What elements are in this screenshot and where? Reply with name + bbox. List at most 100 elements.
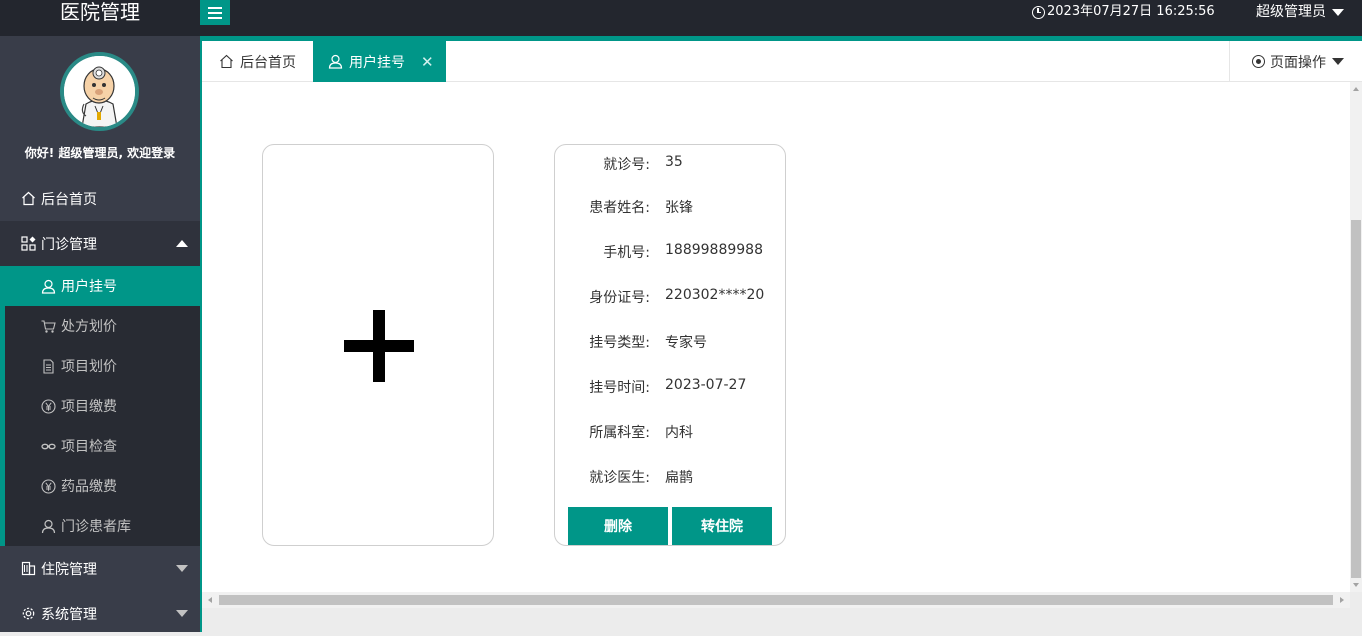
home-icon — [218, 54, 234, 70]
tab-registration[interactable]: 用户挂号 ✕ — [313, 41, 446, 82]
scroll-left-arrow-icon[interactable] — [208, 597, 212, 603]
field-doctor: 就诊医生: 扁鹊 — [555, 467, 787, 487]
user-menu[interactable]: 超级管理员 — [1256, 0, 1344, 24]
tab-label: 后台首页 — [240, 54, 296, 71]
sidebar-subitem-label: 门诊患者库 — [61, 519, 131, 535]
yen-icon — [40, 478, 56, 494]
sidebar-item-label: 后台首页 — [41, 191, 97, 208]
chevron-down-icon — [176, 610, 188, 617]
sidebar-subitem-label: 用户挂号 — [61, 279, 117, 295]
sidebar-subitem-item-pricing[interactable]: 项目划价 — [5, 346, 200, 386]
user-menu-label: 超级管理员 — [1256, 4, 1326, 20]
home-icon — [20, 191, 36, 207]
app-title: 医院管理 — [60, 0, 140, 24]
add-registration-card[interactable] — [262, 144, 494, 546]
avatar — [60, 52, 139, 131]
sidebar-subitem-patient-library[interactable]: 门诊患者库 — [5, 506, 200, 546]
sidebar-subitem-item-payment[interactable]: 项目缴费 — [5, 386, 200, 426]
caret-down-icon — [1332, 8, 1344, 16]
doctor-avatar-icon — [64, 56, 135, 127]
vertical-scrollbar[interactable] — [1350, 82, 1362, 592]
field-patient-name: 患者姓名: 张锋 — [555, 197, 787, 217]
scroll-right-arrow-icon[interactable] — [1340, 597, 1344, 603]
page-operations-dropdown[interactable]: 页面操作 — [1229, 41, 1362, 82]
field-registration-type: 挂号类型: 专家号 — [555, 332, 787, 352]
page-operations-label: 页面操作 — [1270, 54, 1326, 71]
sidebar-subitem-registration[interactable]: 用户挂号 — [5, 266, 200, 306]
sidebar-subitem-label: 处方划价 — [61, 319, 117, 335]
caret-down-icon — [1332, 58, 1344, 65]
scroll-down-arrow-icon[interactable] — [1353, 583, 1359, 587]
field-label: 手机号: — [603, 245, 650, 261]
datetime-text: 2023年07月27日 16:25:56 — [1047, 4, 1215, 19]
field-value: 220302****20 — [665, 287, 765, 303]
user-icon — [40, 518, 56, 534]
sidebar-subitem-drug-payment[interactable]: 药品缴费 — [5, 466, 200, 506]
tab-label: 用户挂号 — [349, 54, 405, 71]
user-icon — [40, 278, 56, 294]
scroll-up-arrow-icon[interactable] — [1353, 87, 1359, 91]
field-registration-time: 挂号时间: 2023-07-27 — [555, 377, 787, 397]
sidebar-subitem-label: 药品缴费 — [61, 479, 117, 495]
field-label: 患者姓名: — [589, 200, 650, 216]
building-icon — [20, 561, 36, 577]
outpatient-submenu: 用户挂号 处方划价 项目划价 项目缴费 项目检查 药品缴费 门诊患者库 — [0, 266, 200, 546]
chevron-down-icon — [176, 565, 188, 572]
document-icon — [40, 358, 56, 374]
user-icon — [327, 54, 343, 70]
sidebar-item-system[interactable]: 系统管理 — [0, 591, 200, 636]
registration-record-card: 就诊号: 35 患者姓名: 张锋 手机号: 18899889988 身份证号: … — [554, 144, 786, 546]
sidebar-item-label: 系统管理 — [41, 606, 97, 623]
field-value: 内科 — [665, 425, 693, 441]
footer-strip — [202, 608, 1362, 632]
gear-icon — [20, 606, 36, 622]
link-icon — [40, 438, 56, 454]
field-department: 所属科室: 内科 — [555, 422, 787, 442]
field-label: 就诊号: — [603, 157, 650, 173]
clock-icon — [1032, 5, 1045, 19]
menu-toggle-button[interactable] — [200, 0, 230, 25]
plus-icon-vertical — [373, 310, 385, 382]
field-value: 2023-07-27 — [665, 377, 747, 393]
horizontal-scroll-thumb[interactable] — [219, 595, 1333, 605]
cart-icon — [40, 318, 56, 334]
field-value: 18899889988 — [665, 242, 763, 258]
apps-icon — [20, 236, 36, 252]
field-label: 就诊医生: — [589, 470, 650, 486]
sidebar-item-label: 门诊管理 — [41, 236, 97, 253]
sidebar: 你好! 超级管理员, 欢迎登录 后台首页 门诊管理 用户挂号 处方划价 项目划价… — [0, 36, 200, 632]
sidebar-item-inpatient[interactable]: 住院管理 — [0, 546, 200, 591]
yen-icon — [40, 398, 56, 414]
delete-button[interactable]: 删除 — [568, 507, 668, 545]
field-visit-number: 就诊号: 35 — [555, 154, 787, 174]
field-label: 所属科室: — [589, 425, 650, 441]
transfer-to-inpatient-button[interactable]: 转住院 — [672, 507, 772, 545]
sidebar-item-label: 住院管理 — [41, 561, 97, 578]
close-icon[interactable]: ✕ — [421, 53, 434, 71]
sidebar-subitem-prescription-pricing[interactable]: 处方划价 — [5, 306, 200, 346]
field-value: 扁鹊 — [665, 470, 693, 486]
field-label: 身份证号: — [589, 290, 650, 306]
sidebar-subitem-label: 项目划价 — [61, 359, 117, 375]
sidebar-subitem-label: 项目检查 — [61, 439, 117, 455]
greeting-text: 你好! 超级管理员, 欢迎登录 — [24, 146, 176, 160]
tab-bar: 后台首页 用户挂号 ✕ 页面操作 — [202, 41, 1362, 82]
target-icon — [1252, 55, 1265, 68]
datetime-display: 2023年07月27日 16:25:56 — [1032, 0, 1215, 24]
field-value: 专家号 — [665, 335, 707, 351]
sidebar-item-outpatient[interactable]: 门诊管理 — [0, 221, 200, 266]
vertical-scroll-thumb[interactable] — [1351, 220, 1361, 578]
field-phone: 手机号: 18899889988 — [555, 242, 787, 262]
field-value: 35 — [665, 154, 683, 170]
field-label: 挂号时间: — [589, 380, 650, 396]
sidebar-item-dashboard[interactable]: 后台首页 — [0, 176, 200, 221]
sidebar-subitem-label: 项目缴费 — [61, 399, 117, 415]
field-value: 张锋 — [665, 200, 693, 216]
field-id-number: 身份证号: 220302****20 — [555, 287, 787, 307]
horizontal-scrollbar[interactable] — [202, 592, 1350, 608]
hamburger-icon — [208, 6, 222, 19]
sidebar-subitem-item-inspection[interactable]: 项目检查 — [5, 426, 200, 466]
field-label: 挂号类型: — [589, 335, 650, 351]
tab-dashboard[interactable]: 后台首页 — [202, 41, 312, 82]
top-header: 医院管理 2023年07月27日 16:25:56 超级管理员 — [0, 0, 1362, 36]
